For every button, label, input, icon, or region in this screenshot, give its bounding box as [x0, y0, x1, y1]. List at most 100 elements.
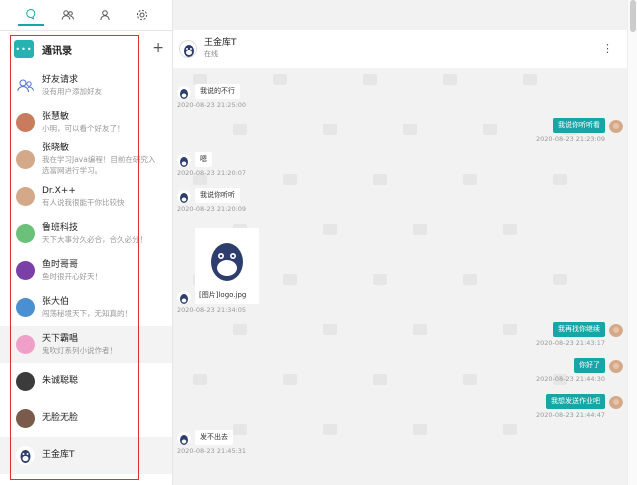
message-time: 2020-08-23 21:43:17: [535, 339, 605, 347]
contacts-header: ••• 通讯录 +: [0, 31, 172, 67]
contacts-panel: ••• 通讯录 + 好友请求 没有用户添加好友 张慧敏 小明，可以看个好友了！ 张晓敏我…: [0, 31, 172, 485]
add-contact-button[interactable]: +: [152, 40, 164, 56]
contact-last-message: 我在学习Java编程！目前在研究入选富网进行学习。: [42, 155, 156, 175]
chat-background-watermark: [373, 374, 387, 385]
contacts-icon[interactable]: [55, 4, 81, 26]
message-time: 2020-08-23 21:23:09: [535, 135, 605, 143]
image-caption: [图片]logo.jpg: [199, 291, 247, 299]
message-text: 嗯: [195, 152, 212, 167]
message-avatar: [177, 290, 191, 304]
chat-background-watermark: [193, 374, 207, 385]
message-avatar: [177, 431, 191, 445]
message-text: 你好了: [574, 358, 605, 373]
avatar: [16, 150, 35, 169]
chat-background-watermark: [283, 274, 297, 285]
user-icon[interactable]: [92, 4, 118, 26]
contacts-title: 通讯录: [42, 45, 72, 57]
message-list: 2020-08-23 21:18:40 我说的不行 2020-08-23 21:25…: [173, 68, 627, 485]
settings-icon[interactable]: [129, 4, 155, 26]
app-window: ••• 通讯录 + 好友请求 没有用户添加好友 张慧敏 小明，可以看个好友了！ 张晓敏我…: [0, 0, 637, 485]
message-avatar: [177, 85, 191, 99]
chat-background-watermark: [483, 124, 497, 135]
avatar: [16, 224, 35, 243]
avatar: [16, 261, 35, 280]
avatar: [16, 298, 35, 317]
chat-background-watermark: [323, 324, 337, 335]
avatar: [16, 187, 35, 206]
contact-last-message: 闯荡秘境天下，无知真的！: [42, 308, 132, 318]
contact-item[interactable]: 张慧敏 小明，可以看个好友了！: [0, 104, 172, 141]
contact-last-message: 小明，可以看个好友了！: [42, 123, 125, 133]
chat-icon[interactable]: [17, 4, 44, 26]
chat-background-watermark: [553, 174, 567, 185]
chat-background-watermark: [323, 424, 337, 435]
address-book-icon: •••: [14, 40, 34, 58]
chat-background-watermark: [323, 224, 337, 235]
chat-contact-name: 王金库T: [204, 38, 237, 48]
contact-item[interactable]: 张晓敏我在学习Java编程！目前在研究入选富网进行学习。: [0, 141, 172, 178]
contact-item[interactable]: 好友请求 没有用户添加好友: [0, 67, 172, 104]
message-time: 2020-08-23 21:44:47: [535, 411, 605, 419]
chat-scrollbar[interactable]: [627, 0, 637, 485]
chat-background-watermark: [553, 274, 567, 285]
chat-background-watermark: [323, 124, 337, 135]
contact-name: 鱼时哥哥: [42, 259, 79, 270]
message-right: 我再找你继续 2020-08-23 21:43:17: [536, 322, 623, 347]
message-right: 2020-08-23 21:18:40: [536, 68, 623, 70]
avatar: [16, 335, 35, 354]
message-text: 我说你听听: [195, 188, 240, 203]
chat-background-watermark: [523, 74, 537, 85]
chat-background-watermark: [273, 74, 287, 85]
message-right: 我想发送作业吧 2020-08-23 21:44:47: [536, 394, 623, 419]
contact-list: 好友请求 没有用户添加好友 张慧敏 小明，可以看个好友了！ 张晓敏 我在学习Java编程！…: [0, 67, 172, 474]
message-left: 我说你听听 2020-08-23 21:20:09: [177, 188, 246, 213]
chat-contact-status: 在线: [204, 50, 218, 58]
message-avatar: [177, 189, 191, 203]
message-time: 2020-08-23 21:20:09: [177, 205, 247, 213]
chat-background-watermark: [373, 274, 387, 285]
contact-item[interactable]: 张大伯 闯荡秘境天下，无知真的！: [0, 289, 172, 326]
contact-item[interactable]: 无脸无脸: [0, 400, 172, 437]
contact-name: 天下霸唱: [42, 333, 79, 344]
chat-avatar: [179, 40, 197, 58]
contact-name: Dr.X++: [42, 185, 76, 196]
chat-background-watermark: [443, 74, 457, 85]
contact-last-message: 鬼吹灯系列小说作者！: [42, 345, 117, 355]
message-time: 2020-08-23 21:20:07: [177, 169, 247, 177]
contact-item[interactable]: Dr.X++ 有人说我很能干你比较快: [0, 178, 172, 215]
scrollbar-thumb[interactable]: [630, 0, 636, 32]
chat-background-watermark: [503, 324, 517, 335]
chat-background-watermark: [233, 124, 247, 135]
message-text: 我再找你继续: [553, 322, 605, 337]
contact-name: 好友请求: [42, 74, 79, 85]
image-message[interactable]: [图片]logo.jpg: [195, 228, 259, 304]
message-right: 我说你听听看 2020-08-23 21:23:09: [536, 118, 623, 143]
logo-image: [199, 232, 255, 288]
contact-name: 张大伯: [42, 296, 70, 307]
message-avatar: [609, 119, 623, 133]
contact-last-message: 天下大事分久必合，合久必分！: [42, 234, 147, 244]
avatar: [16, 409, 35, 428]
more-options-button[interactable]: ⋮: [602, 42, 613, 55]
message-left: [图片]logo.jpg 2020-08-23 21:34:05: [177, 228, 259, 314]
message-left: 嗯 2020-08-23 21:20:07: [177, 152, 246, 177]
message-time: 2020-08-23 21:44:30: [535, 375, 605, 383]
message-avatar: [609, 359, 623, 373]
chat-background-watermark: [413, 224, 427, 235]
chat-background-watermark: [363, 74, 377, 85]
contact-item[interactable]: 王金库T: [0, 437, 172, 474]
friend-request-icon: [16, 76, 35, 95]
chat-background-watermark: [463, 274, 477, 285]
contact-name: 张晓敏: [42, 143, 70, 153]
contact-last-message: 鱼时很开心好天！: [42, 271, 102, 281]
contact-item[interactable]: 鱼时哥哥 鱼时很开心好天！: [0, 252, 172, 289]
message-left: 发不出去 2020-08-23 21:45:31: [177, 430, 246, 455]
contact-item[interactable]: 鲁班科技 天下大事分久必合，合久必分！: [0, 215, 172, 252]
contact-item[interactable]: 朱诚聪聪: [0, 363, 172, 400]
message-avatar: [609, 323, 623, 337]
avatar: [16, 446, 35, 465]
contact-item[interactable]: 天下霸唱 鬼吹灯系列小说作者！: [0, 326, 172, 363]
chat-background-watermark: [373, 174, 387, 185]
chat-background-watermark: [503, 424, 517, 435]
message-time: 2020-08-23 21:45:31: [177, 447, 247, 455]
